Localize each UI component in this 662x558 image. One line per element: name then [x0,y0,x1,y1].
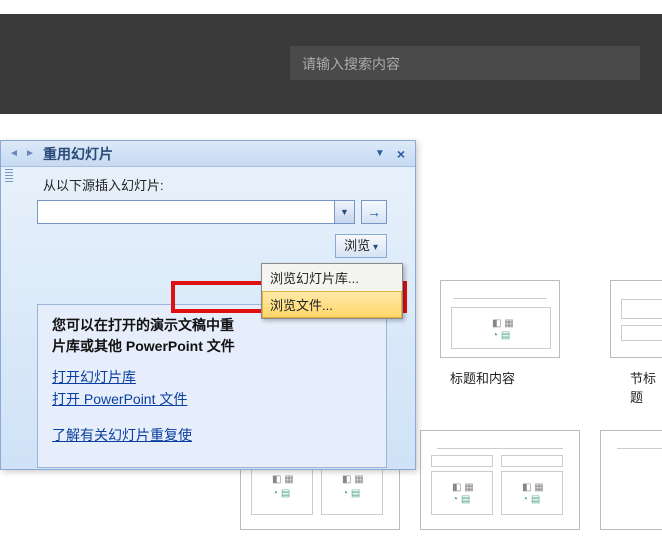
arrow-right-icon: → [367,204,381,220]
thumb-content-right: ◧ ▦ ◔ ▤ [501,471,563,515]
layout-thumb[interactable] [600,430,662,530]
open-powerpoint-file-link[interactable]: 打开 PowerPoint 文件 [52,389,372,409]
pane-grip-icon[interactable] [5,169,13,183]
info-line-2: 片库或其他 PowerPoint 文件 [52,338,235,354]
source-input-row: ▼ → [37,200,387,224]
reuse-slides-pane: ◄ ► 重用幻灯片 ▼ × 从以下源插入幻灯片: ▼ → 浏览 您可以在打开的演… [0,140,416,470]
go-button[interactable]: → [361,200,387,224]
thumb-content-left: ◧ ▦ ◔ ▤ [431,471,493,515]
pane-titlebar: ◄ ► 重用幻灯片 ▼ × [1,141,415,167]
content-placeholder-icon: ◔ ▤ [342,488,360,499]
pane-close-icon[interactable]: × [393,146,409,162]
thumb-title-bar [453,289,547,299]
pane-menu-arrow-icon[interactable]: ▼ [375,148,385,159]
browse-button[interactable]: 浏览 [335,234,387,258]
layout-thumb-section-header[interactable] [610,280,662,358]
open-slide-library-link[interactable]: 打开幻灯片库 [52,367,372,387]
thumb-content-box: ◧ ▦ ◔ ▤ [451,307,551,349]
thumb-title-bar [437,439,563,449]
layout-thumb-comparison[interactable]: ◧ ▦ ◔ ▤ ◧ ▦ ◔ ▤ [420,430,580,530]
search-box[interactable]: 请输入搜索内容 [290,46,640,80]
source-input[interactable] [37,200,355,224]
source-dropdown-arrow-icon[interactable]: ▼ [334,201,354,223]
layout-thumb-title-content[interactable]: ◧ ▦ ◔ ▤ [440,280,560,358]
pane-title: 重用幻灯片 [43,144,375,164]
content-placeholder-icon: ◔ ▤ [492,330,510,341]
content-placeholder-icon: ◧ ▦ [492,318,514,329]
pane-back-icon[interactable]: ◄ [7,147,21,161]
thumb-subtitle-box [621,325,662,341]
insert-from-label: 从以下源插入幻灯片: [37,175,387,194]
thumb-title-bar [617,439,662,449]
source-combo: ▼ [37,200,355,224]
content-placeholder-icon: ◧ ▦ [452,482,474,493]
browse-row: 浏览 [37,234,387,258]
pane-forward-icon[interactable]: ► [23,147,37,161]
pane-body: 从以下源插入幻灯片: ▼ → 浏览 您可以在打开的演示文稿中重 片库或其他 Po… [1,167,415,476]
content-placeholder-icon: ◔ ▤ [522,494,540,505]
info-text: 您可以在打开的演示文稿中重 片库或其他 PowerPoint 文件 [52,315,372,357]
thumb-caption-left [431,455,493,467]
browse-slide-library-item[interactable]: 浏览幻灯片库... [262,264,402,291]
info-box: 您可以在打开的演示文稿中重 片库或其他 PowerPoint 文件 打开幻灯片库… [37,304,387,468]
browse-file-item[interactable]: 浏览文件... [262,291,402,318]
content-placeholder-icon: ◧ ▦ [522,482,544,493]
pane-nav-arrows: ◄ ► [7,147,37,161]
info-line-1: 您可以在打开的演示文稿中重 [52,317,234,333]
thumb-title-box [621,299,662,319]
thumb-caption-right [501,455,563,467]
content-placeholder-icon: ◔ ▤ [272,488,290,499]
browse-dropdown-menu: 浏览幻灯片库... 浏览文件... [261,263,403,319]
layout-label: 标题和内容 [450,368,515,387]
content-placeholder-icon: ◔ ▤ [452,494,470,505]
learn-more-link[interactable]: 了解有关幻灯片重复使 [52,425,372,445]
layout-label: 节标题 [630,368,662,406]
